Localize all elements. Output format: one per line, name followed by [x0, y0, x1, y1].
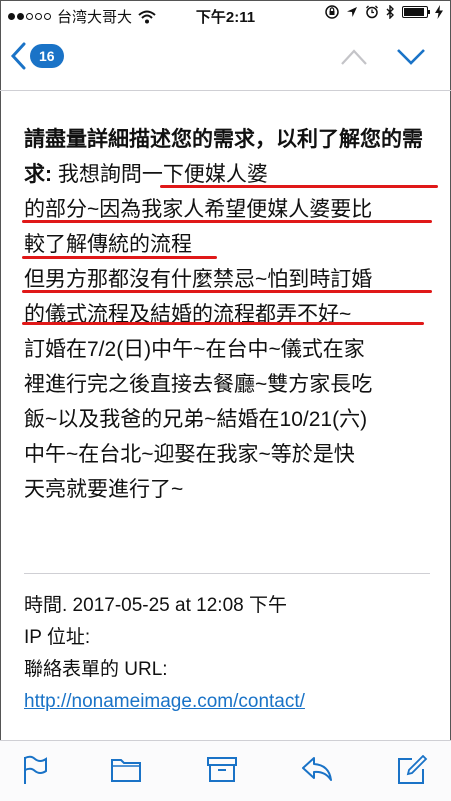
bluetooth-icon — [386, 5, 394, 19]
meta-separator — [24, 573, 430, 574]
contact-url-link[interactable]: http://nonameimage.com/contact/ — [24, 691, 305, 712]
back-chevron-icon — [10, 42, 26, 70]
archive-icon[interactable] — [206, 755, 238, 783]
compose-icon[interactable] — [396, 755, 428, 785]
chevron-down-icon[interactable] — [396, 48, 426, 66]
form-url-label: 聯絡表單的 URL: — [24, 659, 168, 680]
body-line: 裡進行完之後直接去餐廳~雙方家長吃 — [24, 373, 373, 396]
red-annotation-underline — [22, 290, 432, 293]
battery-fill — [404, 8, 424, 16]
form-metadata: 時間. 2017-05-25 at 12:08 下午 IP 位址: 聯絡表單的 … — [24, 590, 434, 718]
red-annotation-underline — [22, 256, 217, 259]
body-line: 中午~在台北~迎娶在我家~等於是快 — [24, 443, 355, 466]
body-line: 我想詢問一下便媒人婆 — [57, 163, 268, 186]
body-line: 的儀式流程及結婚的流程都弄不好~ — [24, 303, 352, 326]
status-right — [325, 5, 443, 19]
email-text: 請盡量詳細描述您的需求，以利了解您的需求: 我想詢問一下便媒人婆 — [24, 122, 434, 192]
charging-icon — [435, 5, 443, 19]
red-annotation-underline — [22, 322, 424, 325]
ip-address-label: IP 位址: — [24, 627, 91, 648]
submission-time: 時間. 2017-05-25 at 12:08 下午 — [24, 595, 287, 616]
flag-icon[interactable] — [22, 755, 48, 785]
back-to-inbox-button[interactable]: 16 — [10, 42, 64, 70]
email-body: 請盡量詳細描述您的需求，以利了解您的需求: 我想詢問一下便媒人婆 的部分~因為我… — [24, 122, 434, 507]
status-bar: 台湾大哥大 下午2:11 — [0, 0, 451, 30]
red-annotation-underline — [22, 220, 432, 223]
location-icon — [347, 7, 357, 17]
body-line: 飯~以及我爸的兄弟~結婚在10/21(六) — [24, 408, 368, 431]
body-line: 訂婚在7/2(日)中午~在台中~儀式在家 — [24, 338, 365, 361]
red-annotation-underline — [160, 185, 438, 188]
reply-icon[interactable] — [300, 755, 334, 783]
mail-toolbar — [0, 740, 451, 801]
alarm-icon — [366, 5, 378, 19]
folder-icon[interactable] — [110, 755, 142, 783]
unread-count-badge: 16 — [30, 44, 64, 68]
lock-rotation-icon — [325, 5, 339, 19]
battery-indicator — [402, 6, 430, 18]
mail-nav-bar: 16 — [0, 30, 451, 91]
body-line: 天亮就要進行了~ — [24, 478, 184, 501]
chevron-up-icon[interactable] — [340, 48, 368, 66]
